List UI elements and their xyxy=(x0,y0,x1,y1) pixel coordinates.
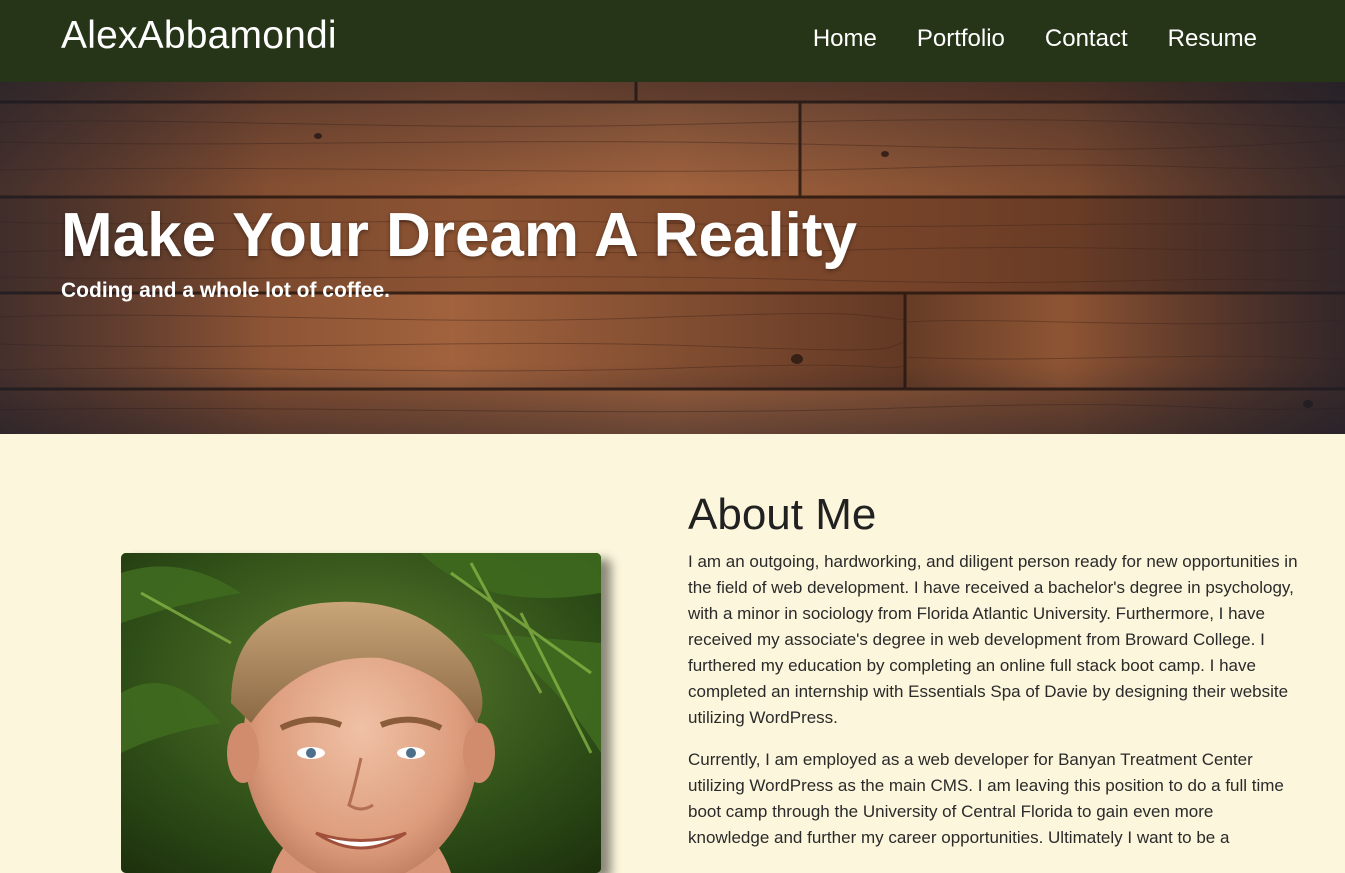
about-paragraph-2: Currently, I am employed as a web develo… xyxy=(688,750,1284,847)
profile-photo xyxy=(121,553,601,873)
about-heading: About Me xyxy=(688,490,877,539)
brand-logo-link[interactable]: AlexAbbamondi xyxy=(61,14,337,58)
nav-link-home[interactable]: Home xyxy=(813,25,877,53)
nav-link-portfolio[interactable]: Portfolio xyxy=(917,25,1005,53)
about-paragraph-1: I am an outgoing, hardworking, and dilig… xyxy=(688,552,1298,727)
hero-title: Make Your Dream A Reality xyxy=(61,201,857,270)
nav-links: Home Portfolio Contact Resume xyxy=(813,25,1257,53)
hero-banner: Make Your Dream A Reality Coding and a w… xyxy=(0,82,1345,434)
nav-link-contact[interactable]: Contact xyxy=(1045,25,1128,53)
nav-link-resume[interactable]: Resume xyxy=(1168,25,1257,53)
navbar: AlexAbbamondi Home Portfolio Contact Res… xyxy=(0,0,1345,82)
hero-subtitle: Coding and a whole lot of coffee. xyxy=(61,279,390,302)
